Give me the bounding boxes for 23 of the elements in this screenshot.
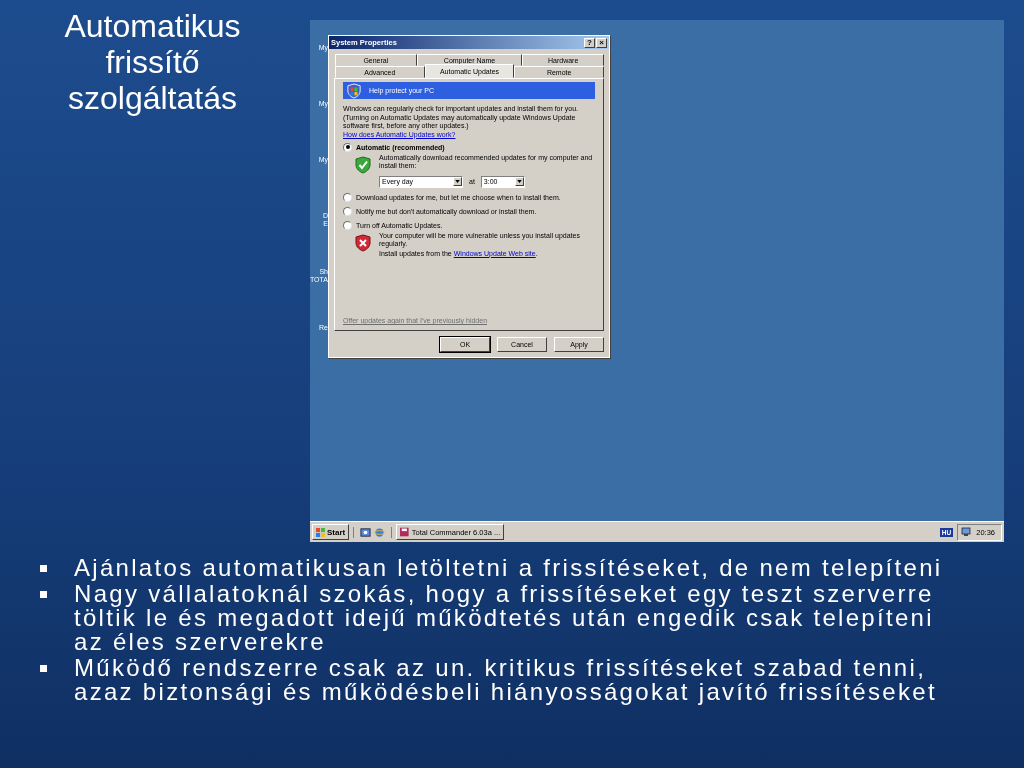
shield-icon <box>347 82 361 99</box>
close-button[interactable]: × <box>596 37 607 48</box>
floppy-icon <box>400 527 409 537</box>
slide-title: Automatikus frissítő szolgáltatás <box>63 8 242 118</box>
bullet-icon <box>40 565 47 572</box>
start-button[interactable]: Start <box>312 524 350 540</box>
desktop-icon[interactable] <box>360 526 372 538</box>
caret-icon <box>516 180 522 183</box>
shield-check-icon <box>355 155 371 174</box>
bullet-icon <box>40 665 47 672</box>
network-icon[interactable] <box>961 527 972 537</box>
radio-button[interactable] <box>343 142 352 152</box>
windows-flag-icon <box>316 527 325 537</box>
radio-button[interactable] <box>343 206 352 216</box>
caret-icon <box>455 180 460 183</box>
bullet-text: Ajánlatos automatikusan letöltetni a frissítéseket, de nem telepíteni <box>74 556 943 580</box>
shield-x-icon <box>355 233 371 252</box>
help-button[interactable]: ? <box>584 37 595 48</box>
bullet-text: Működő rendszerre csak az un. kritikus frissítéseket szabad tenni, azaz biztonsági és működésbeli hiányosságokat javító frissítéseket <box>74 656 938 704</box>
radio-button[interactable] <box>343 220 352 230</box>
bullet-icon <box>40 591 47 598</box>
radio-button[interactable] <box>343 192 352 202</box>
bullet-text: Nagy vállalatoknál szokás, hogy a frissítéseket egy teszt szerverre töltik le és megadott idejű működtetés után engedik csak telepíteni az éles szerverekre <box>74 582 934 654</box>
